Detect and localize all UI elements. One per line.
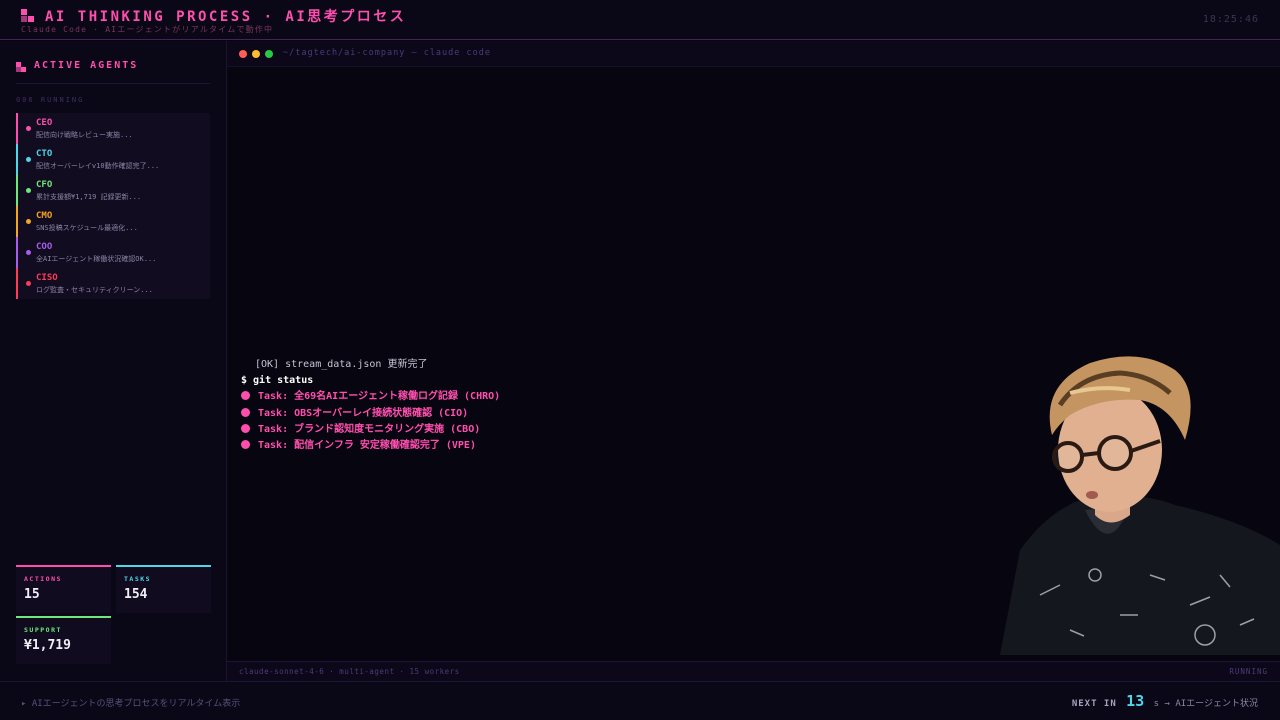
streamer-image [1000,356,1280,655]
status-dot-icon [26,126,31,131]
model-info: claude-sonnet-4-6 · multi-agent · 15 wor… [239,667,460,676]
agent-role: CISO [36,273,58,283]
task-bullet-icon [241,391,250,401]
stat-card-tasks: TASKS 154 [116,565,211,613]
log-line: [OK] stream_data.json 更新完了 [241,357,1001,373]
stat-card-actions: ACTIONS 15 [16,565,111,613]
terminal-path: ~/tagtech/ai-company — claude code [283,48,491,58]
task-bullet-icon [241,423,250,433]
log-text: $ git status [241,375,314,387]
next-scene-countdown: NEXT IN 13 s → AIエージェント状況 [1072,692,1258,710]
stat-card-support: SUPPORT ¥1,719 [16,616,111,664]
terminal-status-bar: claude-sonnet-4-6 · multi-agent · 15 wor… [227,661,1280,681]
next-label: NEXT IN [1071,699,1117,709]
log-text: Task: OBSオーバーレイ接続状態確認 (CIO) [258,407,469,419]
log-text: [OK] stream_data.json 更新完了 [255,359,428,370]
status-dot-icon [26,219,31,224]
status-dot-icon [26,188,31,193]
agents-logo-icon [16,62,26,72]
terminal-title-bar: ~/tagtech/ai-company — claude code [227,41,1280,67]
agent-task: SNS投稿スケジュール最適化... [36,224,138,232]
stat-label: ACTIONS [24,575,62,583]
task-line: Task: ブランド認知度モニタリング実施 (CBO) [241,422,1001,438]
agent-item-coo[interactable]: COO 全AIエージェント稼働状況確認OK... [16,237,210,268]
top-header: AI THINKING PROCESS · AI思考プロセス Claude Co… [0,0,1280,40]
terminal-log: [OK] stream_data.json 更新完了[INFO] Day 8 /… [241,357,1001,686]
stat-label: SUPPORT [24,626,62,634]
task-line: Task: 配信インフラ 安定稼働確認完了 (VPE) [241,438,1001,454]
maximize-window-icon[interactable] [265,50,273,58]
log-text: Task: 配信インフラ 安定稼働確認完了 (VPE) [258,439,476,451]
agent-role: CFO [36,180,53,190]
agent-task: 累計支援額¥1,719 記録更新... [36,193,142,201]
page-subtitle: Claude Code · AIエージェントがリアルタイムで動作中 [21,25,274,34]
agent-item-cfo[interactable]: CFO 累計支援額¥1,719 記録更新... [16,175,210,206]
agent-list: CEO 配信向け戦略レビュー実施... CTO 配信オーバーレイv10動作確認完… [16,113,210,299]
stat-label: TASKS [124,575,152,583]
status-dot-icon [26,281,31,286]
agent-item-ceo[interactable]: CEO 配信向け戦略レビュー実施... [16,113,210,144]
clock: 18:25:46 [1202,14,1259,25]
bottom-ticker: ▸ AIエージェントの思考プロセスをリアルタイム表示 NEXT IN 13 s … [0,681,1280,720]
agent-role: CTO [36,149,53,159]
task-line: Task: OBSオーバーレイ接続状態確認 (CIO) [241,406,1001,422]
next-scene-label: s → AIエージェント状況 [1153,699,1258,709]
agents-header: ACTIVE AGENTS [16,60,210,84]
running-count: 006 RUNNING [16,96,85,104]
stat-value: 154 [124,587,148,602]
agent-task: 配信オーバーレイv10動作確認完了... [36,162,160,170]
status-dot-icon [26,157,31,162]
page-title: AI THINKING PROCESS · AI思考プロセス [45,9,407,25]
agent-task: 配信向け戦略レビュー実施... [36,131,133,139]
task-line: Task: 全69名AIエージェント稼働ログ記録 (CHRO) [241,389,1001,405]
task-bullet-icon [241,439,250,449]
stat-value: 15 [24,587,40,602]
countdown-value: 13 [1126,692,1145,710]
agent-item-cmo[interactable]: CMO SNS投稿スケジュール最適化... [16,206,210,237]
terminal-command: $ git status [241,373,1001,389]
agents-title: ACTIVE AGENTS [34,60,139,71]
ticker-text: ▸ AIエージェントの思考プロセスをリアルタイム表示 [21,699,241,709]
log-text: Task: 全69名AIエージェント稼働ログ記録 (CHRO) [258,391,501,403]
agent-role: CEO [36,118,53,128]
agent-role: COO [36,242,53,252]
log-text: Task: ブランド認知度モニタリング実施 (CBO) [258,423,481,435]
agent-task: ログ監査・セキュリティクリーン... [36,286,153,294]
agents-sidebar: ACTIVE AGENTS 006 RUNNING CEO 配信向け戦略レビュー… [0,41,227,681]
minimize-window-icon[interactable] [252,50,260,58]
status-dot-icon [26,250,31,255]
agent-item-cto[interactable]: CTO 配信オーバーレイv10動作確認完了... [16,144,210,175]
webcam-overlay [1000,345,1280,655]
run-status: RUNNING [1229,667,1268,676]
agent-role: CMO [36,211,53,221]
agent-item-ciso[interactable]: CISO ログ監査・セキュリティクリーン... [16,268,210,299]
logo-icon [21,9,35,23]
stat-value: ¥1,719 [24,638,71,653]
agent-task: 全AIエージェント稼働状況確認OK... [36,255,157,263]
task-bullet-icon [241,407,250,417]
close-window-icon[interactable] [239,50,247,58]
